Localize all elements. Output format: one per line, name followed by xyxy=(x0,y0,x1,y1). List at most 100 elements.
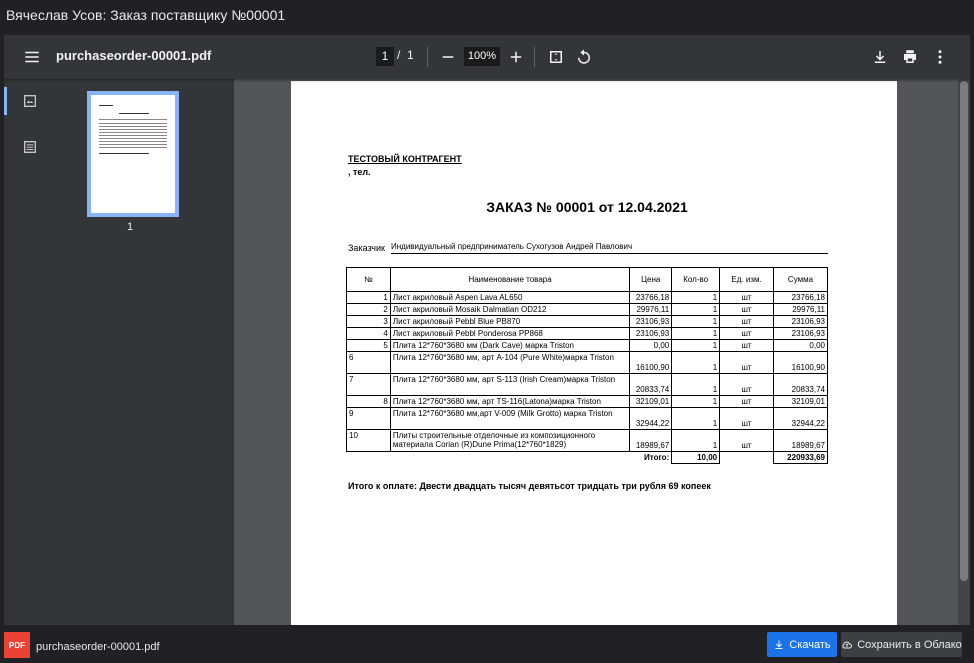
item-price: 0,00 xyxy=(629,339,673,352)
row-number: 1 xyxy=(346,291,391,304)
payment-text: Итого к оплате: Двести двадцать тысяч де… xyxy=(348,481,711,491)
table-row: 10 Плиты строительные отделочные из комп… xyxy=(346,429,828,452)
item-qty: 1 xyxy=(671,351,721,374)
menu-icon[interactable] xyxy=(20,45,44,69)
pdf-viewer: purchaseorder-00001.pdf 1 / 1 100% 1 ТЕС… xyxy=(4,35,970,625)
column-header: Сумма xyxy=(773,267,828,292)
item-unit: шт xyxy=(719,351,774,374)
rotate-button[interactable] xyxy=(572,45,596,69)
zoom-in-button[interactable] xyxy=(504,45,528,69)
item-price: 23766,18 xyxy=(629,291,673,304)
item-name: Лист акриловый Pebbl Blue PB870 xyxy=(389,315,631,328)
item-unit: шт xyxy=(719,407,774,430)
order-items-table: № Наименование товара Цена Кол-во Ед. из… xyxy=(346,267,828,464)
order-title: ЗАКАЗ № 00001 от 12.04.2021 xyxy=(486,199,688,215)
item-unit: шт xyxy=(719,291,774,304)
item-price: 16100,90 xyxy=(629,351,673,374)
page-separator: / xyxy=(397,48,401,62)
pdf-file-icon: PDF xyxy=(4,632,30,658)
item-sum: 20833,74 xyxy=(773,373,828,396)
item-name: Лист акриловый Pebbl Ponderosa PP868 xyxy=(389,327,631,340)
zoom-level-input[interactable]: 100% xyxy=(464,47,500,66)
scrollbar-thumb[interactable] xyxy=(960,81,968,581)
item-unit: шт xyxy=(719,303,774,316)
item-price: 23106,93 xyxy=(629,315,673,328)
download-file-name[interactable]: purchaseorder-00001.pdf xyxy=(36,641,160,653)
minus-icon xyxy=(442,56,454,58)
rotate-icon xyxy=(578,49,590,64)
item-unit: шт xyxy=(719,395,774,408)
thumbnails-view-icon[interactable] xyxy=(22,93,40,111)
table-row: 1 Лист акриловый Aspen Lava AL650 23766,… xyxy=(346,291,828,304)
item-sum: 0,00 xyxy=(773,339,828,352)
item-qty: 1 xyxy=(671,291,721,304)
item-price: 18989,67 xyxy=(629,429,673,452)
table-row: 8 Плита 12*760*3680 мм, арт TS-116(Laton… xyxy=(346,395,828,408)
item-name: Плита 12*760*3680 мм (Dark Cave) марка T… xyxy=(389,339,631,352)
zoom-out-button[interactable] xyxy=(436,45,460,69)
item-price: 23106,93 xyxy=(629,327,673,340)
table-row: 2 Лист акриловый Mosaik Dalmatian OD212 … xyxy=(346,303,828,316)
item-sum: 23766,18 xyxy=(773,291,828,304)
window-title: Вячеслав Усов: Заказ поставщику №00001 xyxy=(0,0,974,34)
total-sum: 220933,69 xyxy=(773,451,828,464)
pdf-page: ТЕСТОВЫЙ КОНТРАГЕНТ , тел. ЗАКАЗ № 00001… xyxy=(291,81,897,625)
item-unit: шт xyxy=(719,339,774,352)
item-price: 20833,74 xyxy=(629,373,673,396)
page-total: 1 xyxy=(407,48,414,62)
table-header-row: № Наименование товара Цена Кол-во Ед. из… xyxy=(346,267,828,292)
item-unit: шт xyxy=(719,315,774,328)
column-header: Кол-во xyxy=(671,267,721,292)
counterparty-name: ТЕСТОВЫЙ КОНТРАГЕНТ xyxy=(348,154,462,164)
row-number: 5 xyxy=(346,339,391,352)
total-qty: 10,00 xyxy=(671,451,721,464)
print-icon[interactable] xyxy=(898,45,922,69)
customer-label: Заказчик xyxy=(348,243,385,253)
item-price: 32109,01 xyxy=(629,395,673,408)
item-qty: 1 xyxy=(671,429,721,452)
item-name: Плита 12*760*3680 мм,арт V-009 (Milk Gro… xyxy=(389,407,631,430)
save-to-cloud-button[interactable]: Сохранить в Облако xyxy=(841,632,962,657)
fit-page-icon xyxy=(550,51,562,63)
item-sum: 32109,01 xyxy=(773,395,828,408)
item-qty: 1 xyxy=(671,407,721,430)
item-qty: 1 xyxy=(671,339,721,352)
item-sum: 29976,11 xyxy=(773,303,828,316)
item-name: Плиты строительные отделочные из компози… xyxy=(389,429,631,452)
more-options-icon[interactable] xyxy=(928,45,952,69)
table-row: 7 Плита 12*760*3680 мм, арт S-113 (Irish… xyxy=(346,373,828,396)
item-qty: 1 xyxy=(671,327,721,340)
table-row: 9 Плита 12*760*3680 мм,арт V-009 (Milk G… xyxy=(346,407,828,430)
active-rail-indicator xyxy=(4,87,7,115)
page-thumbnail[interactable] xyxy=(87,91,179,217)
row-number: 9 xyxy=(346,407,391,430)
column-header: Цена xyxy=(629,267,673,292)
thumbnail-sidebar: 1 xyxy=(4,79,234,625)
item-unit: шт xyxy=(719,373,774,396)
item-sum: 23106,93 xyxy=(773,327,828,340)
item-qty: 1 xyxy=(671,303,721,316)
toolbar-divider xyxy=(427,47,428,67)
cloud-upload-icon xyxy=(842,641,853,648)
item-sum: 23106,93 xyxy=(773,315,828,328)
thumbnail-page-number: 1 xyxy=(127,221,134,233)
item-unit: шт xyxy=(719,429,774,452)
row-number: 3 xyxy=(346,315,391,328)
plus-icon xyxy=(510,51,522,63)
item-price: 29976,11 xyxy=(629,303,673,316)
download-button[interactable]: Скачать xyxy=(767,632,837,657)
page-number-input[interactable]: 1 xyxy=(376,47,394,66)
counterparty-phone: , тел. xyxy=(348,167,371,177)
row-number: 2 xyxy=(346,303,391,316)
column-header: Наименование товара xyxy=(389,267,631,292)
item-qty: 1 xyxy=(671,315,721,328)
row-number: 8 xyxy=(346,395,391,408)
item-qty: 1 xyxy=(671,373,721,396)
fit-page-button[interactable] xyxy=(544,45,568,69)
download-icon[interactable] xyxy=(868,45,892,69)
row-number: 4 xyxy=(346,327,391,340)
item-unit: шт xyxy=(719,327,774,340)
item-sum: 18989,67 xyxy=(773,429,828,452)
item-sum: 32944,22 xyxy=(773,407,828,430)
outline-view-icon[interactable] xyxy=(22,139,40,157)
